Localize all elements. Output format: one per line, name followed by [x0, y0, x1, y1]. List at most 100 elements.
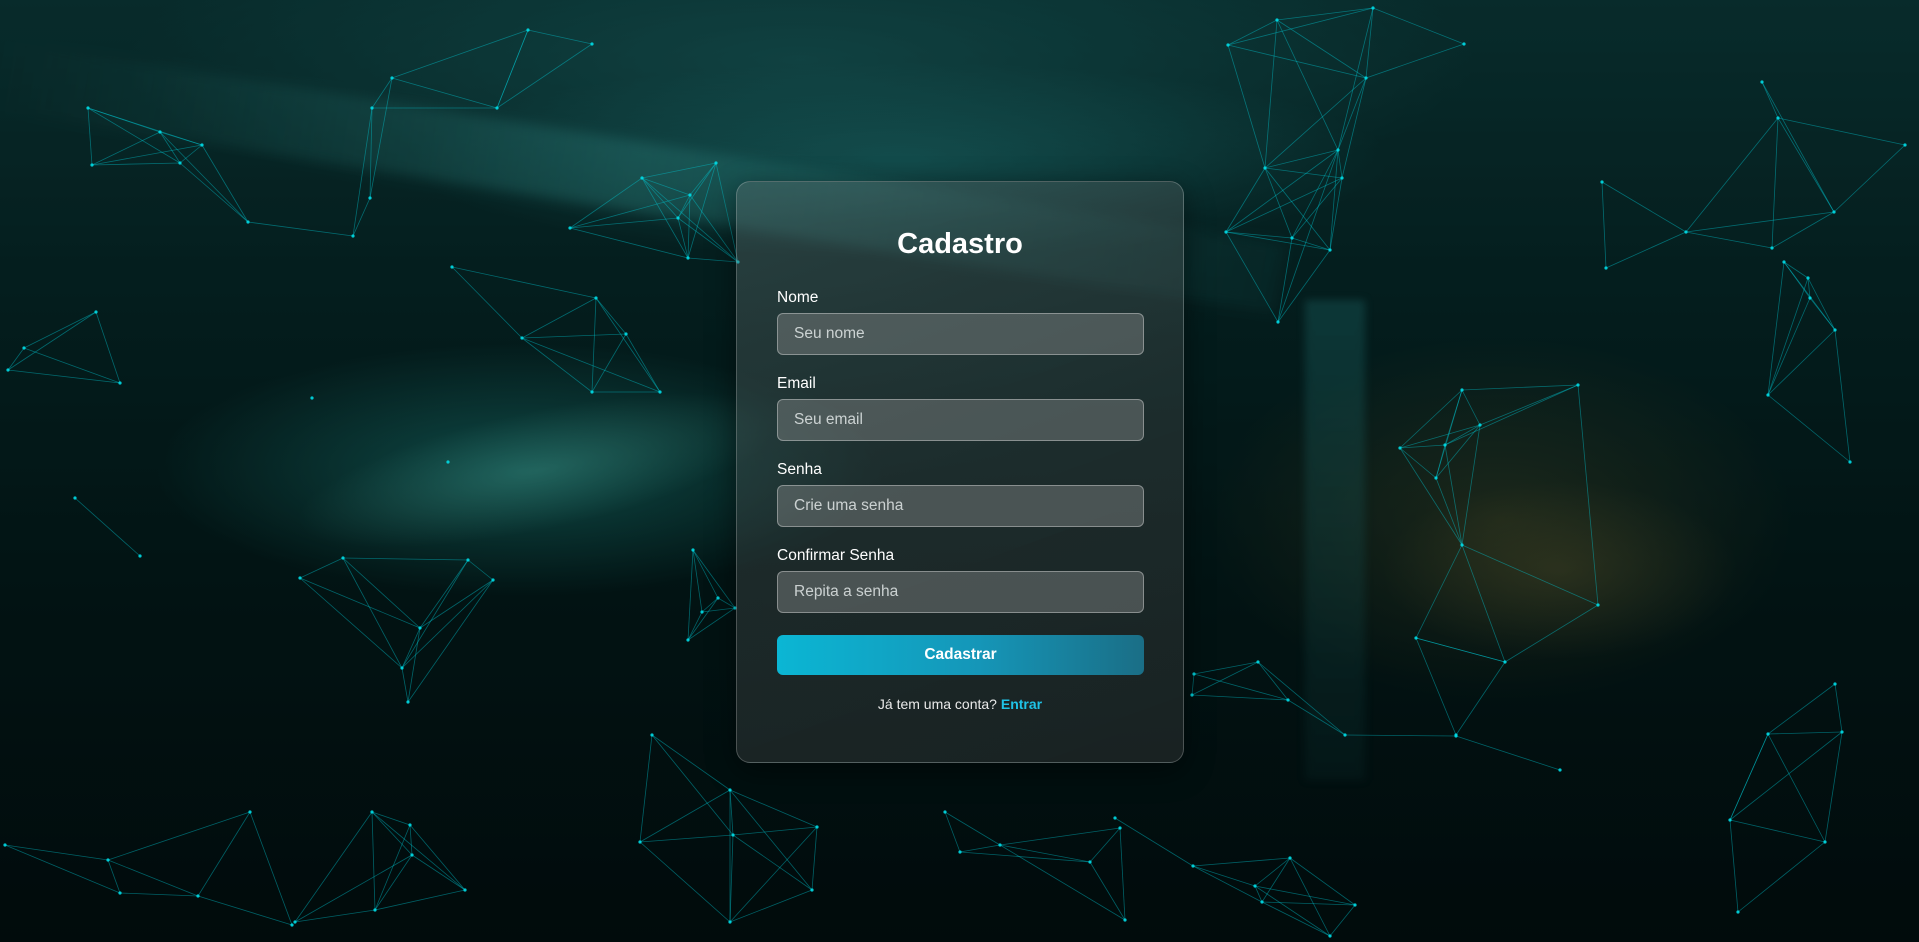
network-edge: [732, 834, 813, 891]
name-field-group: Nome: [777, 289, 1144, 355]
network-edge: [1761, 81, 1835, 213]
network-edge: [1291, 149, 1339, 239]
network-edge: [451, 266, 523, 339]
network-node: [106, 858, 110, 862]
network-edge: [91, 144, 203, 166]
network-node: [1340, 176, 1344, 180]
network-edge: [1261, 901, 1331, 937]
network-edge: [1685, 231, 1773, 249]
network-edge: [1767, 394, 1851, 463]
name-label: Nome: [777, 289, 819, 306]
network-node: [1364, 76, 1368, 80]
network-node: [1832, 210, 1836, 214]
network-edge: [1254, 857, 1291, 887]
network-edge: [959, 844, 1001, 853]
network-edge: [811, 826, 818, 891]
network-edge: [1261, 857, 1291, 903]
network-node: [1503, 660, 1507, 664]
network-edge: [179, 162, 249, 223]
network-edge: [1225, 231, 1279, 323]
password-input[interactable]: [777, 485, 1144, 527]
network-edge: [1114, 817, 1194, 867]
login-link[interactable]: Entrar: [1001, 696, 1042, 712]
network-edge: [944, 811, 1001, 846]
network-edge: [249, 811, 293, 926]
network-edge: [999, 827, 1121, 846]
network-node: [1443, 443, 1447, 447]
network-edge: [407, 579, 494, 703]
network-node: [406, 700, 410, 704]
network-edge: [1834, 683, 1843, 733]
network-node: [1766, 732, 1770, 736]
network-node: [158, 130, 162, 134]
network-node: [1833, 328, 1837, 332]
network-edge: [1577, 384, 1599, 606]
network-node: [1336, 148, 1340, 152]
network-edge: [1729, 733, 1769, 821]
network-edge: [7, 347, 25, 371]
network-edge: [1767, 261, 1785, 396]
name-input[interactable]: [777, 313, 1144, 355]
network-node: [686, 256, 690, 260]
network-edge: [1729, 731, 1843, 821]
network-edge: [591, 333, 627, 393]
network-edge: [179, 144, 203, 164]
network-edge: [591, 297, 597, 393]
network-node: [418, 626, 422, 630]
network-edge: [1685, 211, 1835, 233]
email-input[interactable]: [777, 399, 1144, 441]
network-edge: [1399, 447, 1463, 546]
network-edge: [1193, 661, 1259, 675]
network-edge: [1435, 477, 1463, 546]
network-edge: [342, 557, 403, 669]
network-edge: [729, 789, 734, 836]
network-edge: [467, 559, 494, 581]
network-edge: [569, 217, 679, 229]
network-node: [6, 368, 10, 372]
network-node: [1088, 860, 1092, 864]
network-edge: [1225, 231, 1331, 251]
network-node: [1190, 693, 1194, 697]
network-node: [1766, 393, 1770, 397]
network-node: [1833, 682, 1837, 686]
form-title: Cadastro: [897, 228, 1023, 260]
network-node: [1434, 476, 1438, 480]
network-node: [998, 843, 1002, 847]
network-node: [716, 596, 720, 600]
network-node: [408, 823, 412, 827]
network-edge: [729, 834, 734, 923]
network-node: [466, 558, 470, 562]
network-node: [1192, 672, 1196, 676]
network-node: [700, 610, 704, 614]
network-edge: [107, 859, 199, 897]
network-node: [1600, 180, 1604, 184]
network-edge: [651, 734, 731, 791]
network-edge: [1444, 384, 1579, 446]
network-edge: [299, 577, 421, 629]
network-edge: [1264, 149, 1339, 169]
network-edge: [641, 162, 717, 179]
network-node: [691, 548, 695, 552]
network-node: [1414, 636, 1418, 640]
network-node: [1760, 80, 1764, 84]
network-edge: [1191, 661, 1259, 696]
network-node: [1275, 18, 1279, 22]
login-prompt-text: Já tem uma conta?: [877, 696, 997, 712]
network-edge: [687, 549, 694, 641]
network-node: [1398, 446, 1402, 450]
network-edge: [1192, 857, 1291, 867]
network-edge: [159, 131, 249, 223]
network-edge: [299, 557, 344, 579]
network-edge: [527, 29, 593, 45]
network-edge: [521, 297, 597, 339]
confirm-password-input[interactable]: [777, 571, 1144, 613]
network-node: [1596, 603, 1600, 607]
network-node: [450, 265, 454, 269]
network-edge: [1264, 167, 1343, 179]
network-node: [341, 556, 345, 560]
network-edge: [1777, 117, 1835, 213]
network-node: [520, 336, 524, 340]
register-button[interactable]: Cadastrar: [777, 635, 1144, 675]
network-edge: [1329, 149, 1339, 251]
network-node: [1256, 660, 1260, 664]
